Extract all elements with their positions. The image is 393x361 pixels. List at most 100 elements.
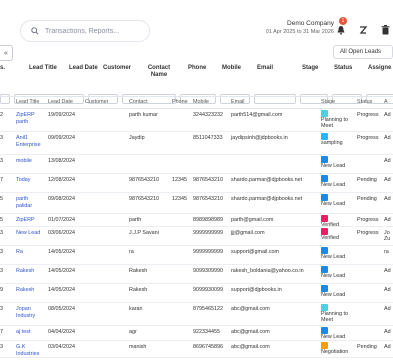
col-lead-title[interactable]: Lead Title xyxy=(29,65,57,72)
stage-color-swatch xyxy=(321,266,328,273)
cell-email: shardo.parmar@djpbooks.net xyxy=(231,196,303,202)
cell-phone: 12345 xyxy=(172,177,187,183)
col-phone[interactable]: Phone xyxy=(188,65,206,72)
table-row[interactable]: 9 Rakesh 14/05/2024 Rakesh 9099930099 support… xyxy=(0,284,393,303)
collapse-panel-button[interactable]: « xyxy=(0,45,13,61)
top-bar: Demo Company 01 Apr 2025 to 31 Mar 2026 … xyxy=(14,17,393,44)
table-row[interactable]: 3 Jopan Industry 08/05/2024 karan 8795465122… xyxy=(0,303,393,326)
cell-email: abc@gmail.com xyxy=(231,329,270,335)
table-row[interactable]: 3 Anil1 Enterprise 09/09/2024 Jaydip 8511047… xyxy=(0,132,393,155)
cell-contact: Rakesh xyxy=(129,268,148,274)
cell-status: Progress xyxy=(357,217,379,223)
col-contact-name[interactable]: Contact Name xyxy=(144,65,174,79)
toolbar-icons: 1 xyxy=(334,17,393,37)
cell-stage: Planning to Meet xyxy=(321,117,348,129)
lightning-icon[interactable] xyxy=(356,23,370,37)
cell-assignee: Ad xyxy=(384,287,391,293)
stage-color-swatch xyxy=(321,228,328,235)
cell-title[interactable]: mobile xyxy=(16,158,44,165)
cell-title[interactable]: Rakesh xyxy=(16,268,44,275)
cell-contact: parth kumar xyxy=(129,112,158,118)
cell-assignee: Ad xyxy=(384,112,391,118)
search-input[interactable] xyxy=(43,26,147,36)
cell-email: jaydipsinh@jdpbooks.in xyxy=(231,135,288,141)
cell-email: shardo.parmar@djpbooks.net xyxy=(231,177,303,183)
cell-mobile: 8696745896 xyxy=(193,344,223,350)
cell-stage: New Lead xyxy=(321,254,346,260)
cell-mobile: 9999999999 xyxy=(193,230,223,236)
cell-title[interactable]: aj test xyxy=(16,329,44,336)
col-email[interactable]: Email xyxy=(257,65,273,72)
cell-mobile: 9099309990 xyxy=(193,268,223,274)
cell-title[interactable]: ZipERP xyxy=(16,217,44,224)
col-stage[interactable]: Stage xyxy=(302,65,318,72)
company-switcher[interactable]: Demo Company 01 Apr 2025 to 31 Mar 2026 xyxy=(214,20,334,35)
cell-contact: 9876543210 xyxy=(129,177,159,183)
cell-title[interactable]: Today xyxy=(16,177,44,184)
cell-title[interactable]: New Lead xyxy=(16,230,44,237)
table-row[interactable]: 3 G.K Industries 03/04/2024 manish 869674589… xyxy=(0,341,393,358)
cell-assignee: Ad xyxy=(384,158,391,164)
cell-status: Progress xyxy=(357,135,379,141)
table-row[interactable]: 3 mobile 13/08/2024 New Lead Ad xyxy=(0,155,393,174)
cell-contact: Rakesh xyxy=(129,287,148,293)
th-stage: Stage xyxy=(321,99,336,105)
col-lead-date[interactable]: Lead Date xyxy=(69,65,98,72)
col-status[interactable]: Status xyxy=(334,65,352,72)
cell-index: 3 xyxy=(0,344,3,350)
table-row[interactable]: 5 parth palidar 09/08/2024 9876543210 12345 9… xyxy=(0,193,393,214)
view-selector[interactable]: All Open Leads xyxy=(333,45,393,59)
table-row[interactable]: 3 New Lead 03/06/2024 J.J.P Savani 999999999… xyxy=(0,227,393,246)
table-row[interactable]: 3 Ra 14/05/2024 ra 9999999999 support@gmail.c… xyxy=(0,246,393,265)
col-customer[interactable]: Customer xyxy=(103,65,131,72)
th-lead-date: Lead Date xyxy=(48,99,73,105)
notification-count: 1 xyxy=(339,17,347,25)
cell-contact: karan xyxy=(129,306,143,312)
cell-stage: New Lead xyxy=(321,334,346,340)
stage-color-swatch xyxy=(321,327,328,334)
cell-stage: New Lead xyxy=(321,273,346,279)
cell-contact: J.J.P Savani xyxy=(129,230,159,236)
cell-title[interactable]: Ra xyxy=(16,249,44,256)
table-row[interactable]: 5 ZipERP 01/07/2024 parth 8989898989 parth@gm… xyxy=(0,214,393,228)
cell-title[interactable]: ZipERP parth xyxy=(16,112,44,126)
cell-email: support@gmail.com xyxy=(231,249,280,255)
cell-date: 01/07/2024 xyxy=(48,217,75,223)
global-search[interactable] xyxy=(20,20,150,42)
cell-stage: sampling xyxy=(321,140,343,146)
stage-color-swatch xyxy=(321,342,328,349)
cell-title[interactable]: G.K Industries xyxy=(16,344,44,358)
cell-index: 3 xyxy=(0,306,3,312)
cell-mobile: 9999999999 xyxy=(193,249,223,255)
cell-mobile: 922334455 xyxy=(193,329,220,335)
cell-assignee: Ad xyxy=(384,196,391,202)
cell-index: 3 xyxy=(0,158,3,164)
cell-status: Pending xyxy=(357,344,377,350)
cell-contact: Jaydip xyxy=(129,135,145,141)
cell-title[interactable]: parth palidar xyxy=(16,196,44,210)
company-name: Demo Company xyxy=(287,20,334,27)
col-assignee[interactable]: Assigne xyxy=(368,65,391,72)
table-row[interactable]: 2 ZipERP parth 19/09/2024 parth kumar 324432… xyxy=(0,109,393,132)
cell-index: 5 xyxy=(0,196,3,202)
cell-title[interactable]: Rakesh xyxy=(16,287,44,294)
cell-assignee: Ad xyxy=(384,344,391,350)
cell-mobile: 8795465122 xyxy=(193,306,223,312)
stage-color-swatch xyxy=(321,247,328,254)
cell-status: Progress xyxy=(357,230,379,236)
cell-title[interactable]: Jopan Industry xyxy=(16,306,44,320)
notification-bell-icon[interactable]: 1 xyxy=(334,17,348,37)
th-customer: Customer xyxy=(85,99,109,105)
trash-icon[interactable] xyxy=(378,23,392,37)
cell-stage: New Lead xyxy=(321,292,346,298)
cell-date: 09/08/2024 xyxy=(48,196,75,202)
cell-contact: manish xyxy=(129,344,147,350)
table-row[interactable]: 3 Rakesh 14/05/2024 Rakesh 9099309990 rakesh_… xyxy=(0,265,393,284)
col-mobile[interactable]: Mobile xyxy=(222,65,241,72)
cell-title[interactable]: Anil1 Enterprise xyxy=(16,135,44,149)
table-row[interactable]: 7 Today 12/08/2024 9876543210 12345 987654321… xyxy=(0,174,393,193)
table-row[interactable]: 7 aj test 04/04/2024 agr 922334455 abc@gmail.… xyxy=(0,326,393,341)
cell-mobile: 8511047333 xyxy=(193,135,223,141)
leads-screen: Demo Company 01 Apr 2025 to 31 Mar 2026 … xyxy=(0,0,393,361)
cell-date: 14/05/2024 xyxy=(48,268,75,274)
